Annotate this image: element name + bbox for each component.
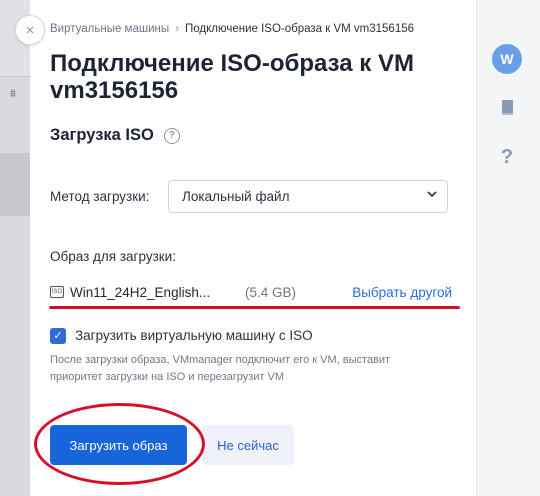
book-icon[interactable] [500,99,515,116]
file-name: Win11_24H2_English... [70,285,211,300]
iso-upload-panel: Виртуальные машины › Подключение ISO-образ… [30,0,476,496]
annotation-underline [49,306,460,309]
page-title: Подключение ISO-образа к VM vm3156156 [50,50,414,104]
close-icon: × [25,21,35,39]
upload-method-select[interactable]: Локальный файл [168,180,448,213]
help-icon[interactable]: ? [496,146,518,169]
annotation-ellipse [34,403,205,485]
upload-image-label: Образ для загрузки: [50,249,176,264]
background-table-band [0,154,30,216]
upload-method-label: Метод загрузки: [50,189,150,204]
section-header: Загрузка ISO ? [50,126,180,145]
selected-file-row: ISO Win11_24H2_English... (5.4 GB) Выбра… [50,284,452,304]
upload-method-value: Локальный файл [182,189,290,204]
breadcrumb-current: Подключение ISO-образа к VM vm3156156 [184,23,415,35]
background-page: ⩩ [0,0,30,496]
not-now-button[interactable]: Не сейчас [202,425,294,465]
chevron-down-icon [427,188,437,203]
file-size: (5.4 GB) [245,285,297,300]
breadcrumb-link-virtual-machines[interactable]: Виртуальные машины [50,23,169,35]
choose-another-link[interactable]: Выбрать другой [352,285,452,300]
help-note: После загрузки образа, VMmanager подключ… [50,354,391,383]
boot-from-iso-checkbox[interactable]: ✓ [50,328,66,344]
disc-image-icon: ISO [50,286,64,298]
breadcrumb-separator: › [175,23,179,35]
close-button[interactable]: × [15,15,45,45]
question-circle-icon[interactable]: ? [163,127,180,144]
boot-from-iso-label[interactable]: Загрузить виртуальную машину с ISO [75,328,313,343]
breadcrumb: Виртуальные машины › Подключение ISO-образ… [50,23,414,35]
filter-icon: ⩩ [10,88,16,100]
avatar[interactable]: W [492,44,522,74]
section-title: Загрузка ISO [50,126,154,144]
right-rail: W ? [476,0,540,496]
